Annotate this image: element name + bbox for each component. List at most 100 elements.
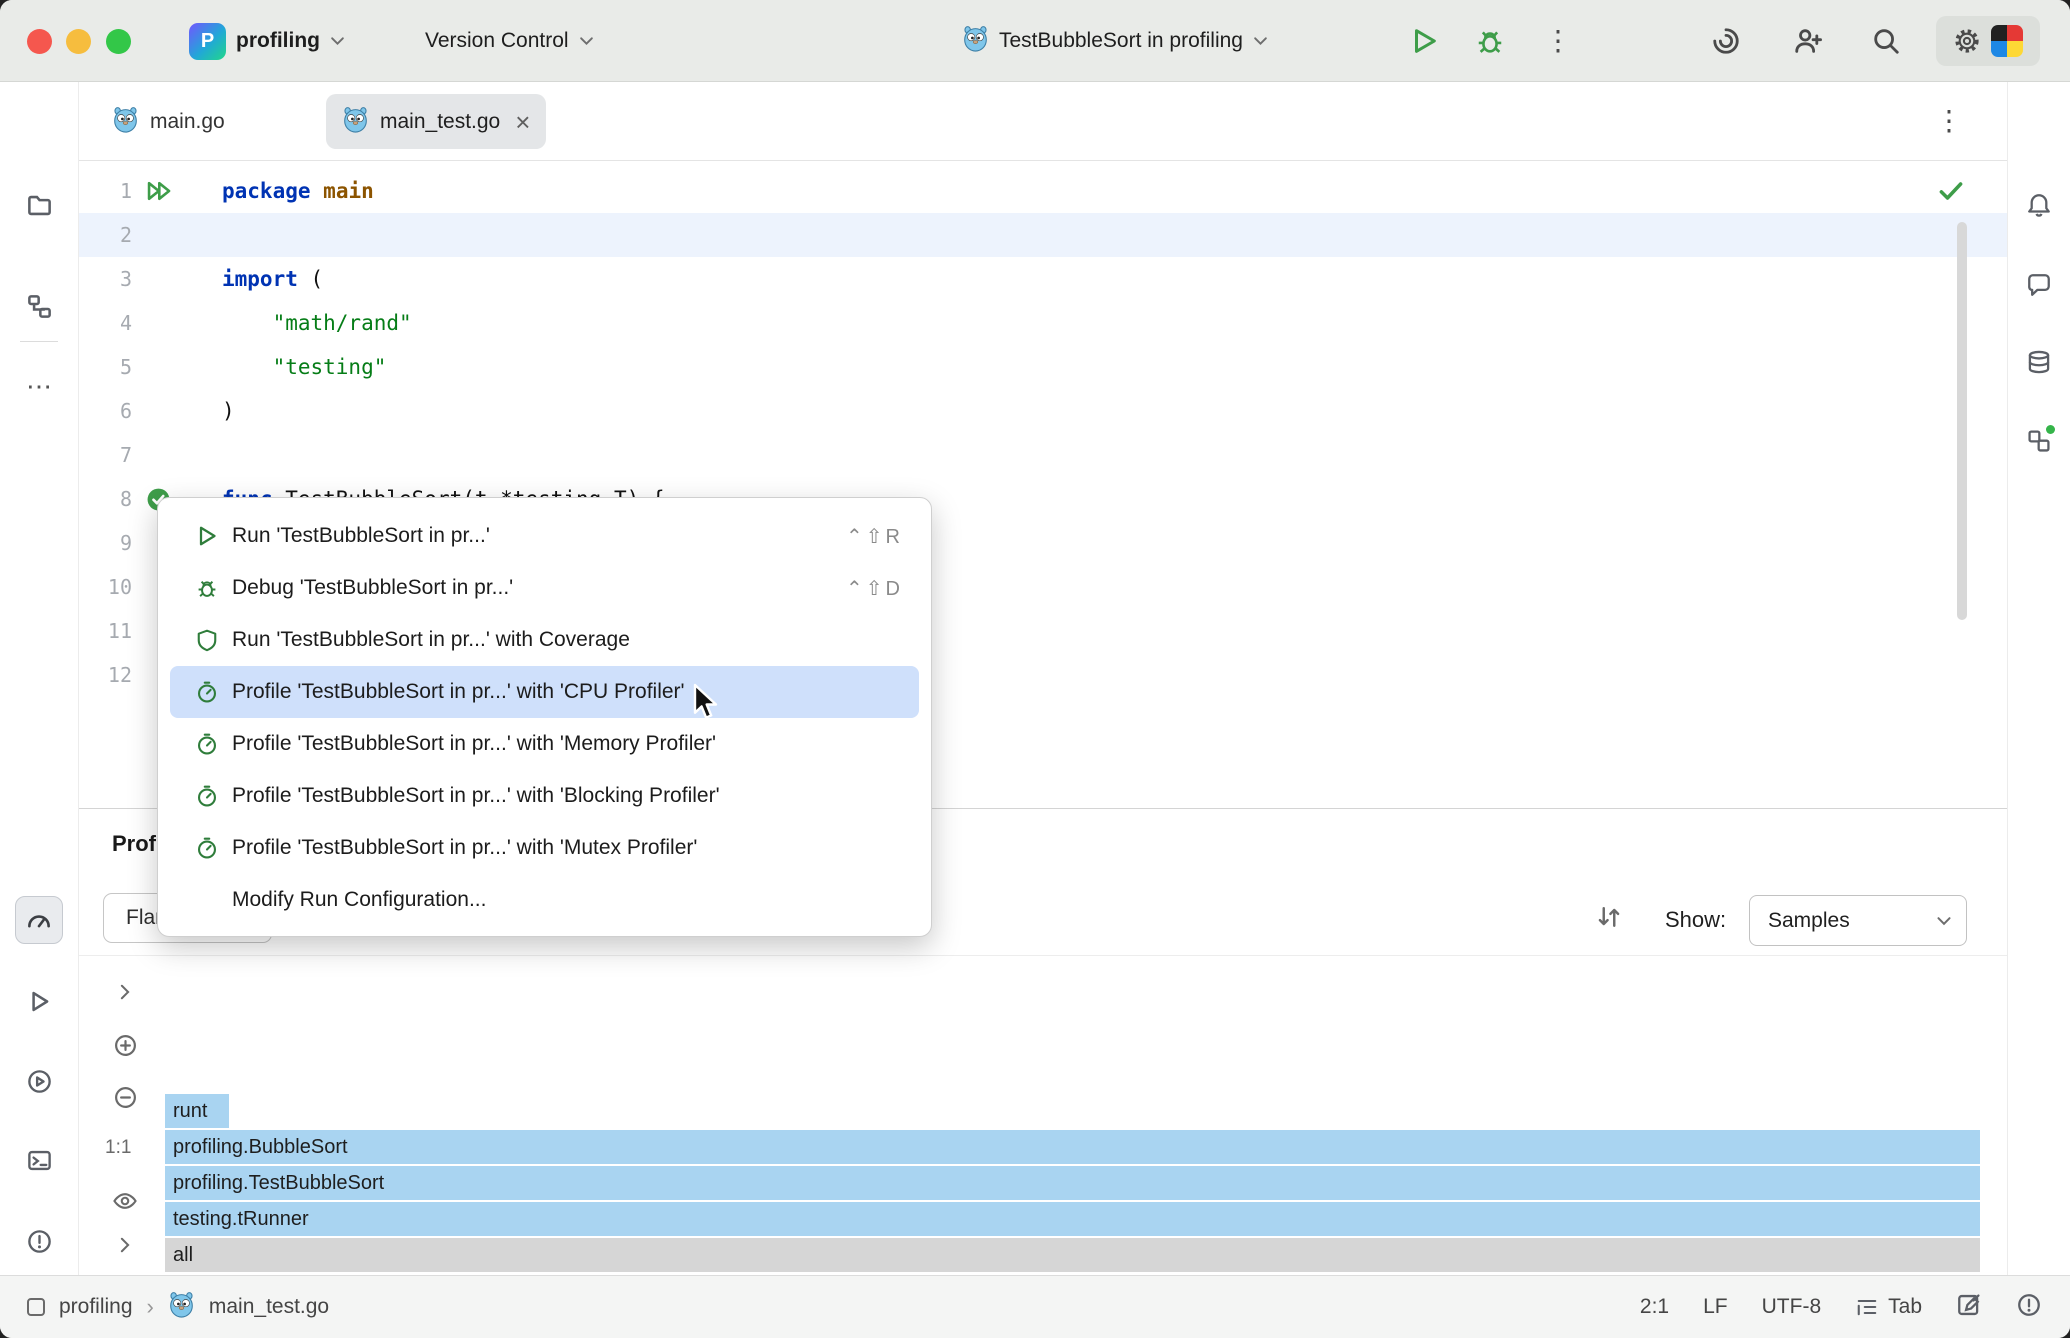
menu-item-8[interactable]: Modify Run Configuration... — [170, 874, 919, 926]
run-configuration-widget[interactable]: TestBubbleSort in profiling — [962, 0, 1268, 82]
show-mode-select[interactable]: Samples — [1749, 895, 1967, 946]
database-icon — [2026, 349, 2052, 375]
services-tool-button[interactable] — [15, 1057, 63, 1105]
code-text: "testing" — [222, 355, 386, 379]
sort-button[interactable] — [1595, 903, 1623, 936]
terminal-tool-button[interactable] — [15, 1136, 63, 1184]
run-test-gutter-icon[interactable] — [140, 178, 176, 204]
chevron-right-icon — [115, 1235, 135, 1255]
indent-icon — [1855, 1295, 1879, 1319]
avatar[interactable] — [1991, 25, 2023, 57]
menu-item-7[interactable]: Profile 'TestBubbleSort in pr...' with '… — [170, 822, 919, 874]
line-number: 4 — [79, 311, 132, 335]
menu-item-4[interactable]: Profile 'TestBubbleSort in pr...' with '… — [170, 666, 919, 718]
menu-item-3[interactable]: Run 'TestBubbleSort in pr...' with Cover… — [170, 614, 919, 666]
file-encoding[interactable]: UTF-8 — [1762, 1295, 1822, 1319]
menu-item-label: Profile 'TestBubbleSort in pr...' with '… — [232, 732, 873, 756]
flame-bar[interactable]: runt — [165, 1094, 229, 1128]
editor-scrollbar[interactable] — [1957, 222, 1967, 620]
sort-icon — [1595, 903, 1623, 931]
go-test-file-icon — [168, 1291, 195, 1323]
settings-group[interactable] — [1936, 16, 2040, 66]
menu-item-label: Run 'TestBubbleSort in pr...' with Cover… — [232, 628, 873, 652]
menu-item-shortcut: ⌃⇧R — [846, 524, 903, 549]
add-user-button[interactable] — [1788, 21, 1828, 61]
commit-tool-button[interactable] — [15, 282, 63, 330]
code-line-3[interactable]: 3import ( — [79, 257, 2007, 301]
flame-bar[interactable]: all — [165, 1238, 1980, 1272]
project-badge-icon: P — [189, 23, 226, 60]
code-line-7[interactable]: 7 — [79, 433, 2007, 477]
gear-icon[interactable] — [1953, 27, 1981, 55]
zoom-out-button[interactable] — [111, 1083, 139, 1111]
dependencies-tool-button[interactable] — [2015, 417, 2063, 465]
goland-window: P profiling Version Control TestBubbleSo… — [0, 0, 2070, 1338]
expand-bottom-button[interactable] — [111, 1231, 139, 1259]
line-number: 11 — [79, 619, 132, 643]
status-bar: profiling › main_test.go 2:1 LF UTF-8 Ta… — [0, 1275, 2070, 1338]
visibility-button[interactable] — [111, 1187, 139, 1215]
more-actions-button[interactable]: ⋮ — [1538, 21, 1578, 61]
ai-chat-tool-button[interactable] — [2015, 261, 2063, 309]
flame-bar[interactable]: testing.tRunner — [165, 1202, 1980, 1236]
profile-icon — [195, 784, 219, 808]
flame-graph: runtprofiling.BubbleSortprofiling.TestBu… — [165, 1094, 1980, 1274]
problems-tool-button[interactable] — [15, 1217, 63, 1265]
menu-item-1[interactable]: Run 'TestBubbleSort in pr...'⌃⇧R — [170, 510, 919, 562]
run-context-menu: Run 'TestBubbleSort in pr...'⌃⇧RDebug 'T… — [157, 497, 932, 937]
flame-bar[interactable]: profiling.BubbleSort — [165, 1130, 1980, 1164]
tab-main-test-go[interactable]: main_test.go × — [326, 94, 546, 149]
tab-options-icon[interactable]: ⋮ — [1935, 104, 1963, 137]
database-tool-button[interactable] — [2015, 338, 2063, 386]
close-tab-icon[interactable]: × — [515, 109, 530, 135]
minimize-window-button[interactable] — [66, 29, 91, 54]
zoom-reset-button[interactable]: 1:1 — [105, 1137, 131, 1159]
expand-top-button[interactable] — [111, 978, 139, 1006]
more-tool-windows-button[interactable]: ⋯ — [15, 362, 63, 410]
breadcrumb-project[interactable]: profiling — [59, 1295, 133, 1319]
run-button[interactable] — [1404, 21, 1444, 61]
status-breadcrumb[interactable]: profiling › main_test.go — [27, 1291, 329, 1323]
indent-widget[interactable]: Tab — [1855, 1295, 1922, 1319]
play-icon — [26, 988, 53, 1015]
ai-assistant-button[interactable] — [1706, 21, 1746, 61]
menu-item-2[interactable]: Debug 'TestBubbleSort in pr...'⌃⇧D — [170, 562, 919, 614]
code-line-4[interactable]: 4 "math/rand" — [79, 301, 2007, 345]
menu-item-5[interactable]: Profile 'TestBubbleSort in pr...' with '… — [170, 718, 919, 770]
code-text: import ( — [222, 267, 323, 291]
project-widget[interactable]: P profiling — [189, 0, 345, 82]
line-separator[interactable]: LF — [1703, 1295, 1728, 1319]
menu-item-label: Profile 'TestBubbleSort in pr...' with '… — [232, 836, 873, 860]
vcs-widget[interactable]: Version Control — [425, 0, 594, 82]
zoom-in-button[interactable] — [111, 1031, 139, 1059]
menu-item-6[interactable]: Profile 'TestBubbleSort in pr...' with '… — [170, 770, 919, 822]
breadcrumb-file[interactable]: main_test.go — [209, 1295, 329, 1319]
status-indicator[interactable] — [2016, 1292, 2042, 1323]
code-line-5[interactable]: 5 "testing" — [79, 345, 2007, 389]
chevron-down-icon — [1253, 36, 1268, 46]
search-icon — [1871, 26, 1901, 56]
tab-main-go[interactable]: main.go — [112, 94, 225, 149]
project-tool-button[interactable] — [15, 181, 63, 229]
writable-toggle[interactable] — [1956, 1292, 1982, 1323]
close-window-button[interactable] — [27, 29, 52, 54]
left-tool-strip: ⋯ — [0, 82, 79, 1275]
menu-item-shortcut: ⌃⇧D — [846, 576, 903, 601]
notifications-button[interactable] — [2015, 181, 2063, 229]
code-line-2[interactable]: 2 — [79, 213, 2007, 257]
code-line-6[interactable]: 6) — [79, 389, 2007, 433]
fullscreen-window-button[interactable] — [106, 29, 131, 54]
code-line-1[interactable]: 1package main — [79, 169, 2007, 213]
debug-button[interactable] — [1470, 21, 1510, 61]
profiler-tool-button[interactable] — [15, 896, 63, 944]
search-button[interactable] — [1866, 21, 1906, 61]
code-text: package main — [222, 179, 374, 203]
run-tool-button[interactable] — [15, 977, 63, 1025]
inspections-passed-icon[interactable] — [1937, 177, 1965, 210]
folder-icon — [26, 192, 53, 219]
caret-position[interactable]: 2:1 — [1640, 1295, 1669, 1319]
coverage-icon — [195, 628, 219, 652]
flame-bar[interactable]: profiling.TestBubbleSort — [165, 1166, 1980, 1200]
line-number: 6 — [79, 399, 132, 423]
ai-assistant-icon — [1711, 26, 1741, 56]
